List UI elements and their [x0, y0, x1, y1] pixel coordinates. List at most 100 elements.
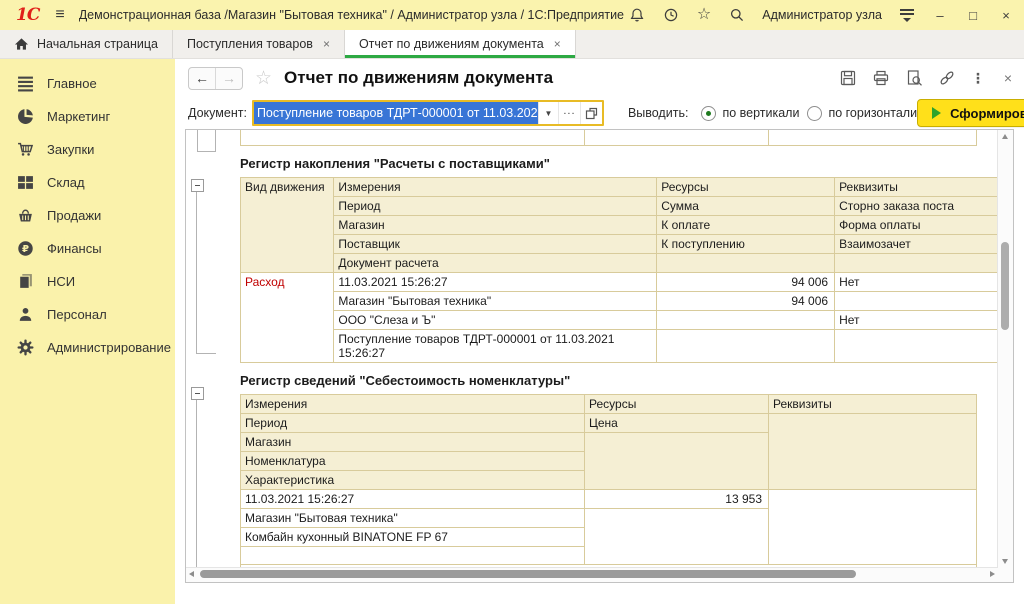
- document-field[interactable]: Поступление товаров ТДРТ-000001 от 11.03…: [252, 100, 604, 126]
- close-window-button[interactable]: ×: [998, 9, 1014, 22]
- history-icon[interactable]: [663, 7, 680, 24]
- document-input[interactable]: Поступление товаров ТДРТ-000001 от 11.03…: [254, 102, 538, 124]
- sidebar-item-sklad[interactable]: Склад: [0, 166, 175, 199]
- sidebar-label: Администрирование: [47, 340, 171, 355]
- cell: Взаимозачет: [835, 235, 998, 254]
- tab-close-icon[interactable]: ×: [554, 37, 561, 51]
- dropdown-icon[interactable]: ▼: [538, 102, 558, 124]
- collapse-group-button[interactable]: [191, 387, 204, 400]
- horizontal-scrollbar[interactable]: [186, 567, 998, 582]
- tab-postupleniya-tovarov[interactable]: Поступления товаров ×: [173, 30, 345, 58]
- cell: [769, 490, 977, 565]
- sidebar-item-zakupki[interactable]: Закупки: [0, 133, 175, 166]
- column-header: Вид движения: [241, 178, 334, 273]
- sheet-content: Регистр накопления "Расчеты с поставщика…: [186, 130, 998, 568]
- table-row: Магазин К оплате Форма оплаты: [241, 216, 998, 235]
- cell: [835, 254, 998, 273]
- cell: Цена: [585, 414, 769, 433]
- cell: [769, 414, 977, 490]
- open-icon[interactable]: [580, 102, 602, 124]
- radio-horizontal[interactable]: по горизонтали: [807, 106, 917, 121]
- close-report-icon[interactable]: ×: [1004, 70, 1012, 86]
- tab-otchet-po-dvizheniyam[interactable]: Отчет по движениям документа ×: [345, 30, 576, 58]
- sidebar-item-personal[interactable]: Персонал: [0, 298, 175, 331]
- window-title: Демонстрационная база /Магазин "Бытовая …: [79, 8, 624, 22]
- table-row: Поставщик К поступлению Взаимозачет: [241, 235, 998, 254]
- scroll-up-icon[interactable]: [1002, 134, 1008, 139]
- table-row: Период Цена: [241, 414, 977, 433]
- column-header: Ресурсы: [585, 395, 769, 414]
- content-area: ← → ☆ Отчет по движениям документа: [175, 59, 1024, 604]
- generate-button[interactable]: Сформировать: [917, 99, 1024, 127]
- cell: 11.03.2021 15:26:27: [334, 273, 657, 292]
- maximize-button[interactable]: □: [965, 9, 981, 22]
- cell: Магазин "Бытовая техника": [241, 509, 585, 528]
- vertical-scrollbar-thumb[interactable]: [1001, 242, 1009, 330]
- sidebar-label: Персонал: [47, 307, 107, 322]
- table-row: Измерения Ресурсы Реквизиты: [241, 395, 977, 414]
- spreadsheet[interactable]: Регистр накопления "Расчеты с поставщика…: [186, 130, 998, 568]
- cell: Период: [241, 414, 585, 433]
- back-button[interactable]: ←: [189, 68, 215, 89]
- favorites-star-icon[interactable]: ☆: [697, 7, 711, 23]
- current-user[interactable]: Администратор узла: [762, 8, 882, 22]
- radio-vertical[interactable]: по вертикали: [701, 106, 799, 121]
- sidebar-label: Маркетинг: [47, 109, 110, 124]
- favorite-star-icon[interactable]: ☆: [255, 69, 272, 88]
- collapse-group-button[interactable]: [191, 179, 204, 192]
- cell: Форма оплаты: [835, 216, 998, 235]
- horizontal-scrollbar-thumb[interactable]: [200, 570, 856, 578]
- link-icon[interactable]: [938, 69, 956, 87]
- sidebar-item-marketing[interactable]: Маркетинг: [0, 100, 175, 133]
- cell: Поставщик: [334, 235, 657, 254]
- cart-icon: [17, 141, 34, 158]
- cell: Магазин "Бытовая техника": [334, 292, 657, 311]
- pick-icon[interactable]: ...: [558, 102, 580, 124]
- minimize-button[interactable]: –: [932, 9, 948, 22]
- print-icon[interactable]: [872, 69, 890, 87]
- sidebar-item-glavnoe[interactable]: Главное: [0, 67, 175, 100]
- sidebar-item-prodazhi[interactable]: Продажи: [0, 199, 175, 232]
- sidebar-label: Склад: [47, 175, 85, 190]
- save-icon[interactable]: [839, 69, 857, 87]
- vertical-scrollbar[interactable]: [997, 130, 1013, 568]
- movement-type-cell: Расход: [241, 273, 334, 363]
- page-title: Отчет по движениям документа: [284, 68, 553, 88]
- group-line: [215, 130, 216, 151]
- print-preview-icon[interactable]: [905, 69, 923, 87]
- sidebar-item-nsi[interactable]: НСИ: [0, 265, 175, 298]
- 1c-logo: 1С: [16, 5, 39, 25]
- main-menu-icon[interactable]: ≡: [55, 6, 64, 24]
- scroll-right-icon[interactable]: [990, 571, 995, 577]
- sidebar-label: Закупки: [47, 142, 94, 157]
- report-result-panel: Регистр накопления "Расчеты с поставщика…: [185, 129, 1014, 583]
- group-line: [197, 151, 216, 152]
- tab-home[interactable]: Начальная страница: [0, 30, 173, 58]
- partial-table-row: [240, 130, 977, 146]
- app-window: 1С ≡ Демонстрационная база /Магазин "Быт…: [0, 0, 1024, 604]
- forward-button[interactable]: →: [215, 68, 242, 89]
- cell: [241, 130, 585, 146]
- radio-selected-icon[interactable]: [701, 106, 716, 121]
- register1-table: Вид движения Измерения Ресурсы Реквизиты…: [240, 177, 998, 363]
- column-header: Реквизиты: [769, 395, 977, 414]
- person-icon: [17, 306, 34, 323]
- output-label: Выводить:: [628, 106, 689, 120]
- sidebar-label: НСИ: [47, 274, 75, 289]
- search-icon[interactable]: [728, 7, 745, 24]
- service-menu-icon[interactable]: [899, 9, 915, 22]
- scroll-down-icon[interactable]: [1002, 559, 1008, 564]
- report-parameters: Документ: Поступление товаров ТДРТ-00000…: [175, 97, 1024, 129]
- radio-vertical-label: по вертикали: [722, 106, 799, 120]
- bell-icon[interactable]: [629, 7, 646, 24]
- radio-unselected-icon[interactable]: [807, 106, 822, 121]
- scroll-left-icon[interactable]: [189, 571, 194, 577]
- table-row: Период Сумма Сторно заказа поста: [241, 197, 998, 216]
- cell: Магазин: [334, 216, 657, 235]
- radio-horizontal-label: по горизонтали: [828, 106, 917, 120]
- table-row: Вид движения Измерения Ресурсы Реквизиты: [241, 178, 998, 197]
- tab-close-icon[interactable]: ×: [323, 37, 330, 51]
- sidebar-item-finansy[interactable]: ₽ Финансы: [0, 232, 175, 265]
- more-icon[interactable]: ⋮: [971, 70, 985, 87]
- sidebar-item-administrirovanie[interactable]: Администрирование: [0, 331, 175, 364]
